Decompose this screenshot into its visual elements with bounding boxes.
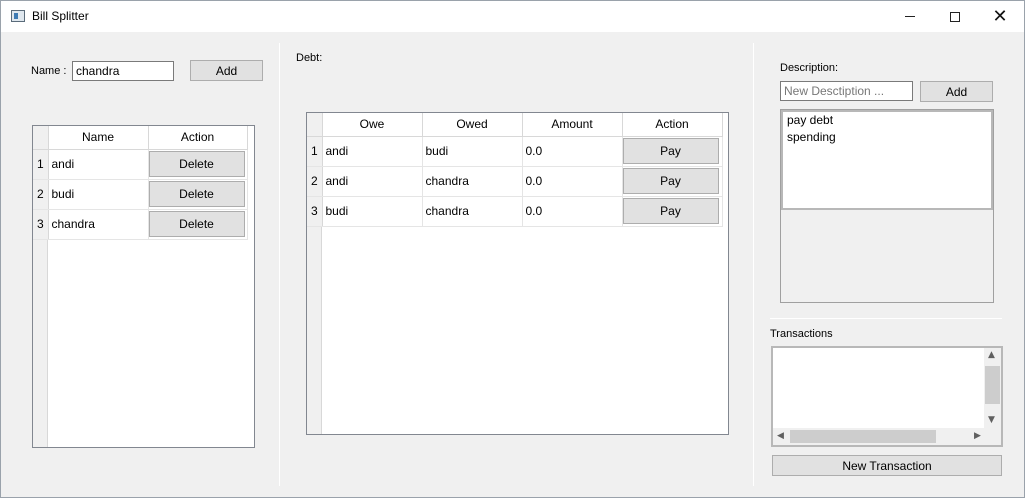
description-list[interactable]: pay debt spending [781,110,993,210]
owed-cell[interactable]: chandra [422,196,523,227]
new-transaction-button[interactable]: New Transaction [772,455,1002,476]
debt-table: Owe Owed Amount Action 1 andi budi 0.0 P… [306,112,729,435]
pay-button[interactable]: Pay [622,168,719,194]
list-item[interactable]: pay debt [783,112,991,129]
table-corner [33,126,49,150]
debt-grid: Owe Owed Amount Action 1 andi budi 0.0 P… [307,113,723,227]
title-bar: Bill Splitter ✕ [1,1,1024,32]
name-input[interactable] [72,61,174,81]
row-number: 1 [307,136,323,167]
delete-button[interactable]: Delete [148,181,245,207]
scroll-left-icon[interactable]: ◀ [777,431,784,441]
row-header-column [33,240,48,447]
column-header-action[interactable]: Action [622,113,723,137]
row-number: 3 [33,209,49,240]
amount-cell[interactable]: 0.0 [522,166,623,197]
close-button[interactable]: ✕ [977,1,1023,32]
person-name-cell[interactable]: chandra [48,209,149,240]
add-person-button[interactable]: Add [190,60,263,81]
people-grid: Name Action 1 andi Delete 2 budi Delete … [33,126,248,240]
minimize-icon [905,16,915,17]
name-label: Name : [31,65,67,77]
table-corner [307,113,323,137]
debt-label: Debt: [296,52,323,64]
app-window: Bill Splitter ✕ Name : Add Name Action 1… [0,0,1025,498]
amount-cell[interactable]: 0.0 [522,196,623,227]
transactions-vertical-scrollbar[interactable]: ▲ ▼ [984,348,1001,428]
scroll-thumb[interactable] [985,366,1000,404]
add-description-button[interactable]: Add [920,81,993,102]
scroll-up-icon[interactable]: ▲ [988,350,995,360]
list-item[interactable]: spending [783,129,991,146]
row-number: 3 [307,196,323,227]
divider-right [753,43,754,486]
row-number: 2 [33,179,49,210]
people-table: Name Action 1 andi Delete 2 budi Delete … [32,125,255,448]
transactions-list[interactable]: ▲ ▼ ◀ ▶ [771,346,1003,447]
scroll-right-icon[interactable]: ▶ [974,431,981,441]
description-input[interactable] [780,81,913,101]
row-number: 2 [307,166,323,197]
owe-cell[interactable]: andi [322,136,423,167]
person-name-cell[interactable]: andi [48,149,149,180]
description-panel: pay debt spending [780,109,994,303]
row-number: 1 [33,149,49,180]
window-title: Bill Splitter [32,9,89,23]
scroll-down-icon[interactable]: ▼ [988,415,995,425]
close-icon: ✕ [992,5,1008,27]
app-icon [11,10,25,22]
maximize-button[interactable] [932,1,978,32]
row-header-column [307,227,322,434]
table-row[interactable]: 2 budi Delete [33,179,248,210]
pay-button[interactable]: Pay [622,138,719,164]
column-header-owed[interactable]: Owed [422,113,523,137]
owed-cell[interactable]: budi [422,136,523,167]
column-header-action[interactable]: Action [148,126,248,150]
owe-cell[interactable]: budi [322,196,423,227]
table-row[interactable]: 3 budi chandra 0.0 Pay [307,196,723,227]
table-row[interactable]: 2 andi chandra 0.0 Pay [307,166,723,197]
owe-cell[interactable]: andi [322,166,423,197]
column-header-amount[interactable]: Amount [522,113,623,137]
column-header-name[interactable]: Name [48,126,149,150]
maximize-icon [950,11,960,22]
owed-cell[interactable]: chandra [422,166,523,197]
table-row[interactable]: 1 andi Delete [33,149,248,180]
delete-button[interactable]: Delete [148,211,245,237]
table-row[interactable]: 1 andi budi 0.0 Pay [307,136,723,167]
minimize-button[interactable] [887,1,933,32]
description-label: Description: [780,62,839,74]
delete-button[interactable]: Delete [148,151,245,177]
pay-button[interactable]: Pay [622,198,719,224]
scroll-thumb[interactable] [790,430,936,443]
divider-transactions [770,318,1002,319]
transactions-horizontal-scrollbar[interactable]: ◀ ▶ [773,428,1001,445]
amount-cell[interactable]: 0.0 [522,136,623,167]
divider-left [279,43,280,486]
table-row[interactable]: 3 chandra Delete [33,209,248,240]
column-header-owe[interactable]: Owe [322,113,423,137]
person-name-cell[interactable]: budi [48,179,149,210]
transactions-label: Transactions [770,328,833,340]
